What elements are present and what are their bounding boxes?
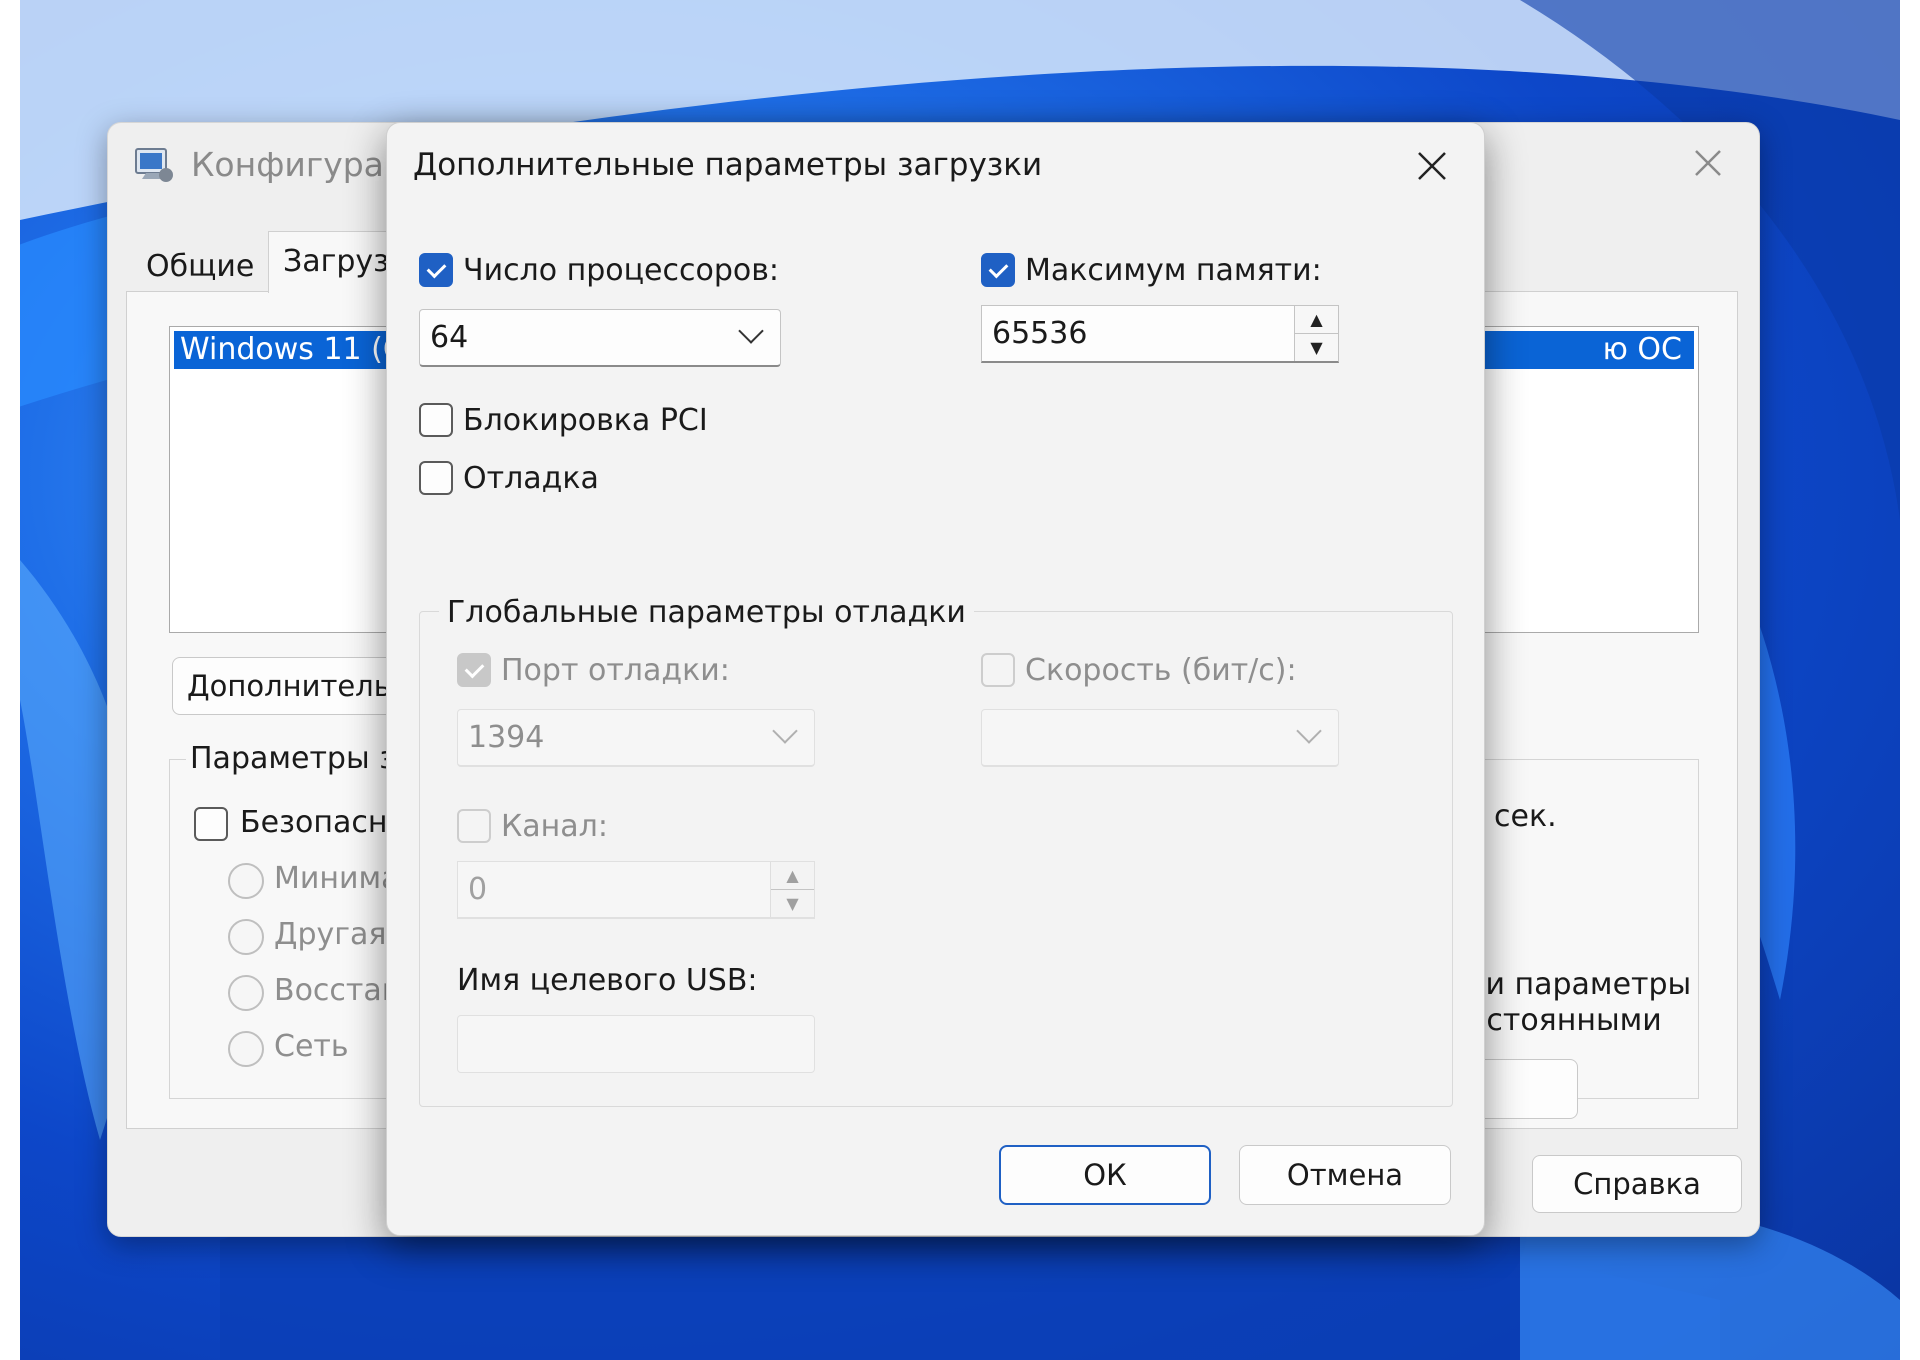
chevron-down-icon bbox=[1296, 718, 1322, 744]
ok-button[interactable]: ОК bbox=[999, 1145, 1211, 1205]
timeout-unit-label: сек. bbox=[1494, 799, 1557, 834]
spin-up-icon[interactable]: ▲ bbox=[771, 862, 814, 890]
debug-port-value: 1394 bbox=[468, 720, 545, 755]
channel-spinner[interactable]: 0 ▲ ▼ bbox=[457, 861, 815, 919]
debug-label: Отладка bbox=[463, 461, 599, 496]
spin-up-icon[interactable]: ▲ bbox=[1295, 306, 1338, 334]
max-memory-value: 65536 bbox=[992, 316, 1088, 351]
baud-rate-label: Скорость (бит/с): bbox=[1025, 653, 1297, 688]
close-icon[interactable] bbox=[1686, 141, 1730, 185]
pci-lock-label: Блокировка PCI bbox=[463, 403, 708, 438]
channel-label: Канал: bbox=[501, 809, 608, 844]
debug-port-label: Порт отладки: bbox=[501, 653, 730, 688]
debug-checkbox[interactable] bbox=[419, 461, 453, 495]
advanced-boot-options-dialog: Дополнительные параметры загрузки Число … bbox=[386, 122, 1485, 1236]
max-memory-spinner[interactable]: 65536 ▲ ▼ bbox=[981, 305, 1339, 363]
pci-lock-checkbox[interactable] bbox=[419, 403, 453, 437]
system-config-icon bbox=[135, 148, 173, 182]
radio-repair-label: Восстан bbox=[274, 973, 402, 1008]
baud-rate-select[interactable] bbox=[981, 709, 1339, 767]
channel-checkbox[interactable] bbox=[457, 809, 491, 843]
radio-network-label: Сеть bbox=[274, 1029, 349, 1064]
persist-settings-text-1: ти параметры bbox=[1468, 967, 1692, 1002]
spin-down-icon[interactable]: ▼ bbox=[771, 890, 814, 918]
boot-options-group-title: Параметры з bbox=[186, 741, 400, 776]
help-button[interactable]: Справка bbox=[1532, 1155, 1742, 1213]
tab-general[interactable]: Общие bbox=[132, 237, 268, 296]
channel-spin-buttons: ▲ ▼ bbox=[770, 862, 814, 917]
usb-target-input[interactable] bbox=[457, 1015, 815, 1073]
safe-boot-checkbox[interactable] bbox=[194, 807, 228, 841]
radio-repair[interactable] bbox=[228, 975, 264, 1011]
radio-minimal[interactable] bbox=[228, 863, 264, 899]
baud-rate-checkbox[interactable] bbox=[981, 653, 1015, 687]
cancel-button[interactable]: Отмена bbox=[1239, 1145, 1451, 1205]
radio-network[interactable] bbox=[228, 1031, 264, 1067]
channel-value: 0 bbox=[468, 872, 488, 907]
chevron-down-icon bbox=[772, 718, 798, 744]
persist-settings-text-2: остоянными bbox=[1468, 1003, 1662, 1038]
max-memory-label: Максимум памяти: bbox=[1025, 253, 1322, 288]
spin-down-icon[interactable]: ▼ bbox=[1295, 334, 1338, 362]
max-memory-spin-buttons: ▲ ▼ bbox=[1294, 306, 1338, 361]
debug-port-select[interactable]: 1394 bbox=[457, 709, 815, 767]
max-memory-checkbox[interactable] bbox=[981, 253, 1015, 287]
window-title: Конфигурац bbox=[191, 145, 407, 184]
chevron-down-icon bbox=[738, 318, 764, 344]
close-icon[interactable] bbox=[1407, 141, 1457, 191]
num-processors-select[interactable]: 64 bbox=[419, 309, 781, 367]
num-processors-value: 64 bbox=[430, 320, 469, 355]
num-processors-label: Число процессоров: bbox=[463, 253, 780, 288]
usb-target-label: Имя целевого USB: bbox=[457, 963, 758, 998]
radio-alternate-shell[interactable] bbox=[228, 919, 264, 955]
num-processors-checkbox[interactable] bbox=[419, 253, 453, 287]
debug-port-checkbox[interactable] bbox=[457, 653, 491, 687]
dialog-title: Дополнительные параметры загрузки bbox=[413, 147, 1043, 183]
radio-alternate-shell-label: Другая bbox=[274, 917, 387, 952]
global-debug-group-title: Глобальные параметры отладки bbox=[439, 595, 974, 630]
radio-minimal-label: Минима bbox=[274, 861, 400, 896]
